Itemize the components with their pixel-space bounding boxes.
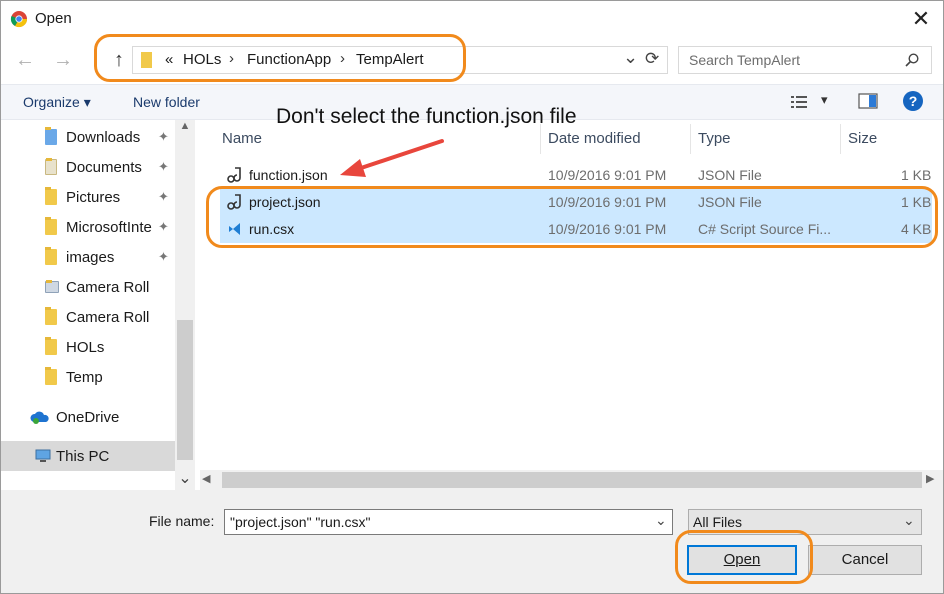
- title-bar: [0, 0, 944, 38]
- annotation-text: Don't select the function.json file: [276, 105, 577, 128]
- selection-highlight: [206, 186, 938, 248]
- sidebar-scroll-thumb[interactable]: [177, 320, 193, 460]
- sidebar-item-pictures[interactable]: Pictures ✦: [0, 182, 175, 212]
- scroll-down-icon[interactable]: ⌄: [175, 470, 195, 490]
- json-file-icon: [227, 167, 241, 183]
- column-divider[interactable]: [690, 124, 691, 154]
- sidebar-item-downloads[interactable]: Downloads ✦: [0, 122, 175, 152]
- search-box[interactable]: Search TempAlert: [678, 46, 932, 74]
- column-header-name[interactable]: Name: [222, 130, 262, 147]
- window-title: Open: [35, 10, 72, 27]
- column-divider[interactable]: [840, 124, 841, 154]
- sidebar-item-onedrive[interactable]: OneDrive: [0, 402, 175, 432]
- column-header-size[interactable]: Size: [848, 130, 877, 147]
- sidebar-item-hols[interactable]: HOLs: [0, 332, 175, 362]
- sidebar-item-microsoftinte[interactable]: MicrosoftInte ✦: [0, 212, 175, 242]
- camera-roll-icon: [45, 280, 59, 293]
- pin-icon: ✦: [158, 159, 169, 174]
- downloads-folder-icon: [45, 127, 57, 145]
- sidebar-item-images[interactable]: images ✦: [0, 242, 175, 272]
- address-highlight: [94, 34, 466, 82]
- pin-icon: ✦: [158, 219, 169, 234]
- sidebar-item-temp[interactable]: Temp: [0, 362, 175, 392]
- close-button[interactable]: ✕: [904, 4, 938, 34]
- scroll-right-icon[interactable]: ▶: [926, 472, 934, 485]
- cancel-button[interactable]: Cancel: [808, 545, 922, 575]
- folder-icon: [45, 247, 57, 265]
- scroll-up-icon[interactable]: ▲: [175, 120, 195, 132]
- sidebar-item-this-pc[interactable]: This PC: [0, 441, 175, 471]
- view-options-icon[interactable]: [790, 94, 810, 110]
- folder-icon: [45, 307, 57, 325]
- filename-label: File name:: [149, 513, 215, 529]
- scroll-left-icon[interactable]: ◀: [202, 472, 210, 485]
- filename-input[interactable]: "project.json" "run.csx" ⌄: [224, 509, 673, 535]
- computer-icon: [35, 449, 51, 462]
- folder-icon: [45, 217, 57, 235]
- chevron-down-icon[interactable]: ⌄: [655, 512, 667, 529]
- pin-icon: ✦: [158, 189, 169, 204]
- pin-icon: ✦: [158, 249, 169, 264]
- file-list-scroll-thumb[interactable]: [222, 472, 922, 488]
- pictures-folder-icon: [45, 187, 57, 205]
- sidebar-item-camera-roll[interactable]: Camera Roll: [0, 272, 175, 302]
- pin-icon: ✦: [158, 129, 169, 144]
- column-header-type[interactable]: Type: [698, 130, 731, 147]
- chevron-down-icon[interactable]: ⌄: [623, 47, 638, 68]
- onedrive-icon: [30, 411, 49, 424]
- forward-button[interactable]: →: [48, 45, 78, 75]
- file-row-function-json[interactable]: function.json 10/9/2016 9:01 PM JSON Fil…: [220, 162, 932, 189]
- help-icon[interactable]: ?: [903, 91, 923, 111]
- sidebar-item-camera-roll-folder[interactable]: Camera Roll: [0, 302, 175, 332]
- file-type-value: All Files: [693, 514, 743, 530]
- new-folder-button[interactable]: New folder: [133, 94, 200, 110]
- folder-icon: [45, 337, 57, 355]
- filename-value: "project.json" "run.csx": [230, 514, 371, 530]
- preview-pane-icon[interactable]: [858, 93, 878, 109]
- organize-button[interactable]: Organize ▾: [23, 94, 91, 111]
- annotation-arrow-icon: [340, 139, 444, 177]
- documents-folder-icon: [45, 158, 57, 175]
- column-header-date[interactable]: Date modified: [548, 130, 641, 147]
- refresh-icon[interactable]: ⟳: [645, 49, 659, 69]
- folder-icon: [45, 367, 57, 385]
- open-button-highlight: [675, 530, 813, 584]
- sidebar-item-documents[interactable]: Documents ✦: [0, 152, 175, 182]
- search-icon[interactable]: [905, 53, 919, 67]
- back-button[interactable]: ←: [10, 45, 40, 75]
- view-dropdown-icon[interactable]: ▾: [821, 92, 828, 108]
- search-input[interactable]: Search TempAlert: [689, 52, 800, 68]
- chevron-down-icon[interactable]: ⌄: [903, 512, 915, 529]
- chrome-icon: [10, 11, 28, 28]
